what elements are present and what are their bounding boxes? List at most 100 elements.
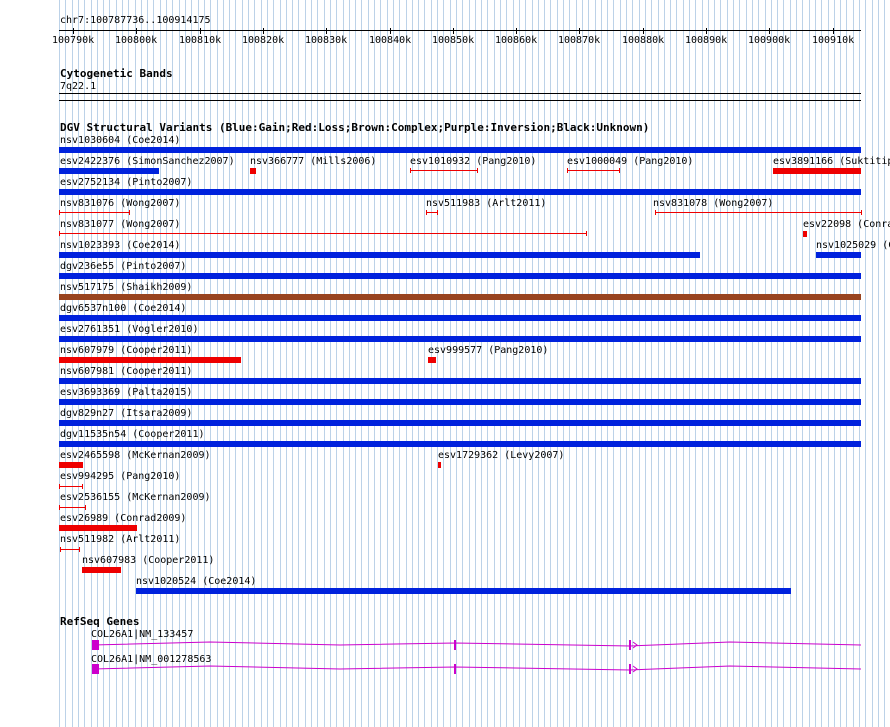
grid-line	[437, 0, 438, 727]
variant-label[interactable]: nsv831077 (Wong2007)	[60, 219, 180, 230]
variant-bar[interactable]	[59, 486, 82, 487]
variant-bar[interactable]	[59, 336, 861, 342]
gene-exon	[629, 640, 631, 650]
variant-label[interactable]: nsv517175 (Shaikh2009)	[60, 282, 192, 293]
variant-bar[interactable]	[59, 357, 241, 363]
variant-label[interactable]: esv2752134 (Pinto2007)	[60, 177, 192, 188]
variant-label[interactable]: nsv607983 (Cooper2011)	[82, 555, 214, 566]
grid-line	[374, 0, 375, 727]
variant-label[interactable]: nsv1023393 (Coe2014)	[60, 240, 180, 251]
variant-bar[interactable]	[426, 212, 437, 213]
grid-line	[153, 0, 154, 727]
variant-bar-cap	[79, 547, 80, 552]
grid-line	[349, 0, 350, 727]
variant-bar[interactable]	[59, 399, 861, 405]
variant-bar[interactable]	[250, 168, 256, 174]
variant-bar[interactable]	[59, 252, 700, 258]
variant-label[interactable]: esv2465598 (McKernan2009)	[60, 450, 211, 461]
variant-label[interactable]: nsv1030604 (Coe2014)	[60, 135, 180, 146]
variant-label[interactable]: esv1729362 (Levy2007)	[438, 450, 564, 461]
variant-bar[interactable]	[410, 170, 477, 171]
variant-label[interactable]: dgv829n27 (Itsara2009)	[60, 408, 192, 419]
variant-bar[interactable]	[59, 212, 129, 213]
variant-bar[interactable]	[60, 549, 79, 550]
variant-label[interactable]: nsv1020524 (Coe2014)	[136, 576, 256, 587]
variant-bar[interactable]	[59, 441, 861, 447]
variant-label[interactable]: nsv1025029 (C	[816, 240, 890, 251]
variant-bar[interactable]	[59, 378, 861, 384]
variant-label[interactable]: nsv511982 (Arlt2011)	[60, 534, 180, 545]
gene-model[interactable]	[90, 639, 870, 651]
grid-line	[368, 0, 369, 727]
grid-line	[412, 0, 413, 727]
variant-bar[interactable]	[59, 420, 861, 426]
variant-bar[interactable]	[59, 315, 861, 321]
ruler-tick-label: 100860k	[495, 35, 538, 46]
variant-bar-cap	[426, 210, 427, 215]
variant-label[interactable]: dgv6537n100 (Coe2014)	[60, 303, 186, 314]
ruler-tick	[453, 28, 454, 34]
grid-line	[828, 0, 829, 727]
grid-line	[443, 0, 444, 727]
gene-exon	[454, 664, 456, 674]
variant-bar[interactable]	[428, 357, 436, 363]
variant-label[interactable]: esv22098 (Conra	[803, 219, 890, 230]
grid-line	[229, 0, 230, 727]
variant-label[interactable]: esv3693369 (Palta2015)	[60, 387, 192, 398]
variant-bar[interactable]	[59, 233, 586, 234]
genome-browser: chr7:100787736..100914175 100790k 100800k…	[0, 0, 890, 727]
variant-bar[interactable]	[803, 231, 807, 237]
variant-label[interactable]: nsv831076 (Wong2007)	[60, 198, 180, 209]
variant-bar[interactable]	[59, 147, 861, 153]
variant-label[interactable]: esv2422376 (SimonSanchez2007)	[60, 156, 235, 167]
variant-bar[interactable]	[59, 168, 159, 174]
cytoband-track-title: Cytogenetic Bands	[60, 67, 173, 80]
variant-label[interactable]: esv1000049 (Pang2010)	[567, 156, 693, 167]
variant-bar[interactable]	[59, 507, 85, 508]
variant-label[interactable]: nsv831078 (Wong2007)	[653, 198, 773, 209]
variant-label[interactable]: esv26989 (Conrad2009)	[60, 513, 186, 524]
variant-bar[interactable]	[816, 252, 861, 258]
variant-bar[interactable]	[438, 462, 441, 468]
variant-bar[interactable]	[59, 525, 137, 531]
variant-label[interactable]: esv2536155 (McKernan2009)	[60, 492, 211, 503]
variant-label[interactable]: dgv236e55 (Pinto2007)	[60, 261, 186, 272]
variant-bar[interactable]	[59, 294, 861, 300]
variant-bar[interactable]	[59, 189, 861, 195]
variant-bar-cap	[410, 168, 411, 173]
variant-bar[interactable]	[136, 588, 791, 594]
grid-line	[525, 0, 526, 727]
variant-bar[interactable]	[82, 567, 121, 573]
grid-line	[481, 0, 482, 727]
gene-intron-line	[92, 641, 862, 647]
grid-line	[235, 0, 236, 727]
ruler-tick-label: 100890k	[685, 35, 728, 46]
variant-label[interactable]: esv1010932 (Pang2010)	[410, 156, 536, 167]
variant-label[interactable]: nsv366777 (Mills2006)	[250, 156, 376, 167]
position-label: chr7:100787736..100914175	[60, 15, 211, 26]
variant-label[interactable]: dgv11535n54 (Cooper2011)	[60, 429, 205, 440]
variant-bar[interactable]	[773, 168, 861, 174]
ruler-tick	[200, 28, 201, 34]
variant-bar[interactable]	[59, 273, 861, 279]
variant-label[interactable]: nsv607979 (Cooper2011)	[60, 345, 192, 356]
variant-label[interactable]: esv2761351 (Vogler2010)	[60, 324, 198, 335]
variant-label[interactable]: esv994295 (Pang2010)	[60, 471, 180, 482]
grid-line	[645, 0, 646, 727]
variant-bar[interactable]	[59, 462, 83, 468]
variant-label[interactable]: nsv607981 (Cooper2011)	[60, 366, 192, 377]
grid-line	[361, 0, 362, 727]
variant-label[interactable]: esv999577 (Pang2010)	[428, 345, 548, 356]
grid-line	[714, 0, 715, 727]
grid-line	[424, 0, 425, 727]
variant-label[interactable]: esv3891166 (Suktitip	[773, 156, 890, 167]
grid-line	[739, 0, 740, 727]
variant-bar-cap	[586, 231, 587, 236]
variant-bar[interactable]	[655, 212, 861, 213]
ruler-tick	[833, 28, 834, 34]
variant-label[interactable]: nsv511983 (Arlt2011)	[426, 198, 546, 209]
variant-bar-cap	[567, 168, 568, 173]
gene-model[interactable]	[90, 663, 870, 675]
variant-bar[interactable]	[567, 170, 619, 171]
refseq-track-title: RefSeq Genes	[60, 615, 140, 628]
